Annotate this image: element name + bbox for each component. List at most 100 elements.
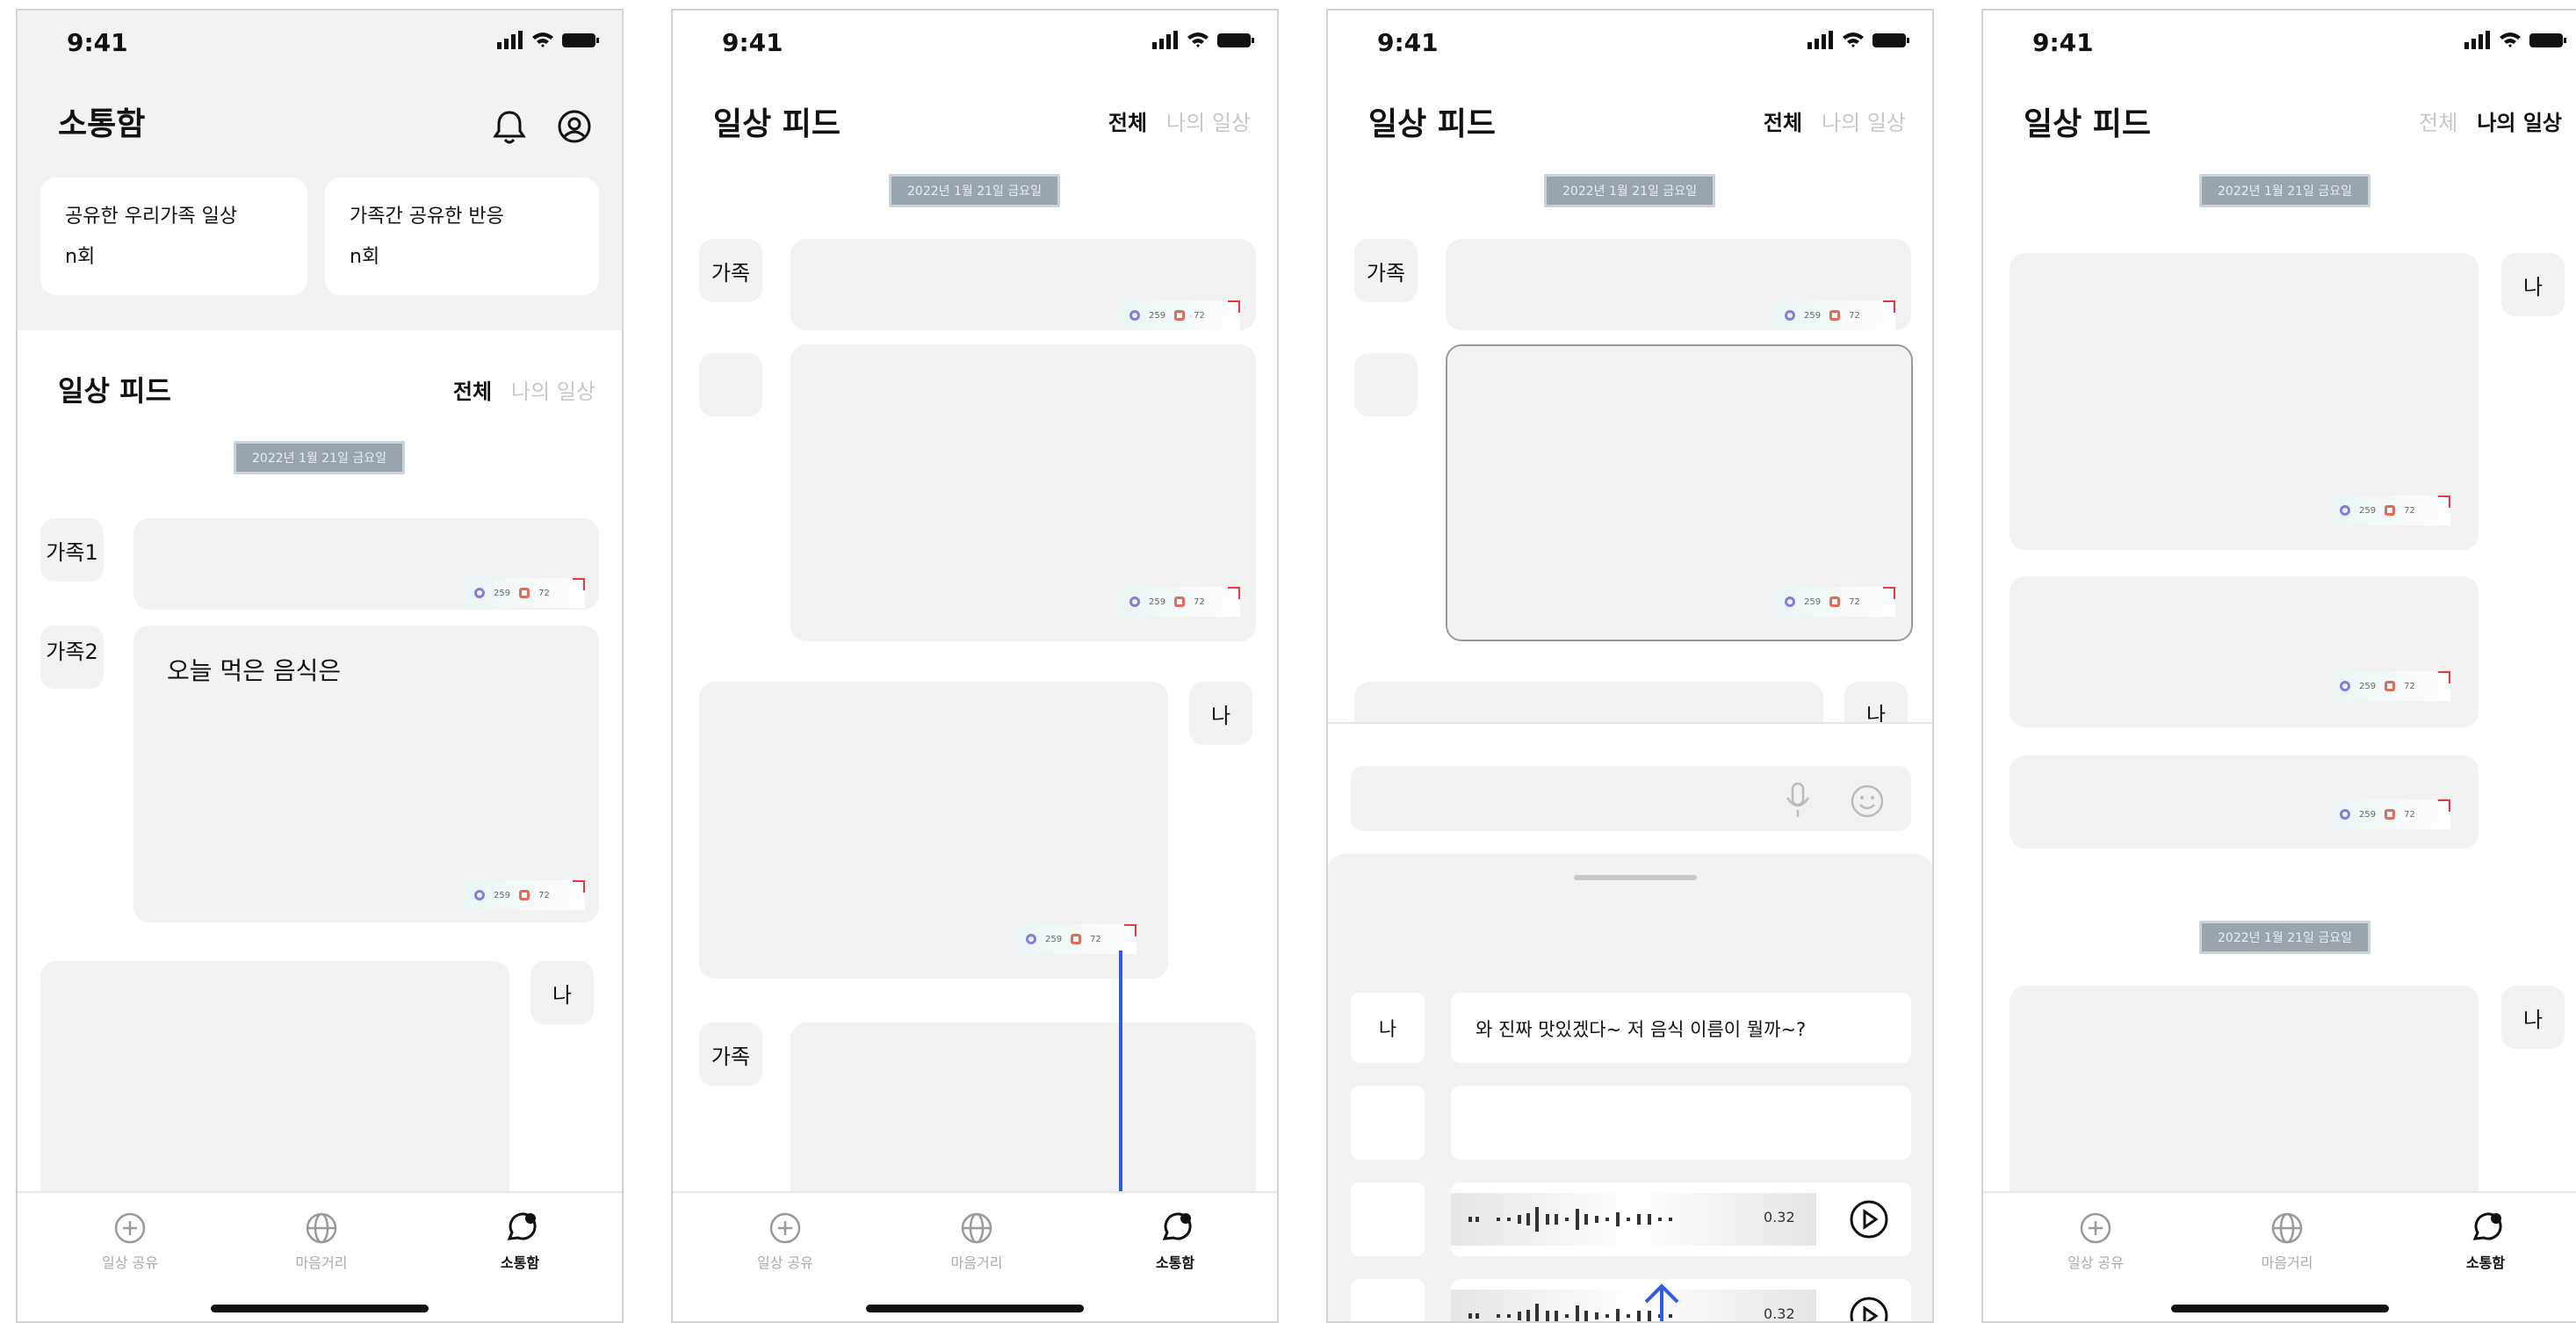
status-icons <box>1808 31 1909 49</box>
tab-mine[interactable]: 나의 일상 <box>1166 111 1251 135</box>
chat-icon <box>1162 1212 1192 1240</box>
bottom-nav: 일상 공유 마음거리 소통함 <box>18 1191 622 1321</box>
reaction-bar[interactable]: 259 72 <box>1121 587 1240 617</box>
screen-comments: 9:41 일상 피드 전체 나의 일상 2022년 1월 21일 금요일 가족 2… <box>1326 9 1934 1323</box>
comment-avatar[interactable] <box>1351 1182 1425 1256</box>
avatar-family[interactable]: 가족 <box>699 239 762 302</box>
swipe-up-arrow-icon <box>1644 1283 1679 1321</box>
bell-icon[interactable] <box>492 107 527 146</box>
nav-distance[interactable]: 마음거리 <box>260 1211 383 1272</box>
feed-tabs: 전체 나의 일상 <box>1089 105 1251 136</box>
page-title: 소통함 <box>58 106 146 142</box>
page-title: 일상 피드 <box>1368 106 1497 142</box>
avatar-me[interactable]: 나 <box>2501 253 2565 316</box>
feed-post[interactable]: 오늘 먹은 음식은 <box>133 625 599 922</box>
avatar-family[interactable]: 가족 <box>699 1023 762 1086</box>
nav-inbox[interactable]: 소통함 <box>1114 1211 1237 1272</box>
comment-input[interactable] <box>1351 766 1911 831</box>
comment-text: 와 진짜 맛있겠다~ 저 음식 이름이 뭘까~? <box>1451 993 1911 1063</box>
nav-share[interactable]: 일상 공유 <box>69 1211 191 1272</box>
avatar-family2[interactable]: 가족2 <box>40 625 104 689</box>
play-icon[interactable] <box>1848 1198 1890 1240</box>
status-time: 9:41 <box>1377 28 1439 57</box>
nav-share[interactable]: 일상 공유 <box>2034 1211 2157 1272</box>
avatar-me[interactable]: 나 <box>2501 986 2565 1049</box>
avatar-blank[interactable] <box>699 353 762 416</box>
feed-post[interactable] <box>2010 576 2479 727</box>
feed-post[interactable] <box>40 961 509 1225</box>
avatar-blank[interactable] <box>1354 353 1418 416</box>
status-time: 9:41 <box>2032 28 2094 57</box>
nav-inbox[interactable]: 소통함 <box>458 1211 581 1272</box>
stat-label: 가족간 공유한 반응 <box>350 206 504 228</box>
avatar-me[interactable]: 나 <box>530 961 594 1024</box>
reaction-bar[interactable]: 259 72 <box>465 578 585 608</box>
chat-icon <box>507 1212 537 1240</box>
stat-value: n회 <box>350 246 380 268</box>
reaction-bar[interactable]: 259 72 <box>2331 495 2450 525</box>
avatar-family1[interactable]: 가족1 <box>40 518 104 582</box>
feed-tabs: 전체 나의 일상 <box>2399 105 2562 136</box>
chat-icon <box>2472 1212 2502 1240</box>
comment-avatar[interactable] <box>1351 1279 1425 1321</box>
comment-avatar[interactable] <box>1351 1086 1425 1160</box>
comment-avatar[interactable]: 나 <box>1351 993 1425 1063</box>
reaction-bar[interactable]: 259 72 <box>465 880 585 910</box>
voice-comment[interactable]: 0.32 <box>1451 1182 1911 1256</box>
feed-post[interactable] <box>790 1023 1256 1216</box>
reaction-bar[interactable]: 259 72 <box>1121 300 1240 330</box>
nav-label: 마음거리 <box>295 1254 348 1271</box>
tab-mine[interactable]: 나의 일상 <box>511 380 595 404</box>
nav-label: 소통함 <box>500 1254 540 1271</box>
plus-circle-icon <box>114 1212 146 1244</box>
status-time: 9:41 <box>67 28 128 57</box>
nav-distance[interactable]: 마음거리 <box>915 1211 1038 1272</box>
play-icon[interactable] <box>1848 1295 1890 1323</box>
nav-label: 일상 공유 <box>2067 1254 2124 1271</box>
nav-share[interactable]: 일상 공유 <box>724 1211 847 1272</box>
tab-all[interactable]: 전체 <box>1108 111 1147 135</box>
tab-all[interactable]: 전체 <box>1764 111 1802 135</box>
nav-label: 마음거리 <box>950 1254 1003 1271</box>
avatar-family[interactable]: 가족 <box>1354 239 1418 302</box>
reaction-bar[interactable]: 259 72 <box>2331 671 2450 701</box>
bottom-nav: 일상 공유 마음거리 소통함 <box>1983 1191 2576 1321</box>
stat-value: n회 <box>65 246 96 268</box>
status-icons <box>497 31 599 49</box>
date-chip: 2022년 1월 21일 금요일 <box>2199 174 2370 207</box>
nav-inbox[interactable]: 소통함 <box>2424 1211 2547 1272</box>
date-chip: 2022년 1월 21일 금요일 <box>1544 174 1715 207</box>
plus-circle-icon <box>2080 1212 2111 1244</box>
feed-title: 일상 피드 <box>58 374 171 408</box>
waveform-icon <box>1468 1207 1672 1232</box>
tab-all[interactable]: 전체 <box>453 380 492 404</box>
nav-distance[interactable]: 마음거리 <box>2226 1211 2349 1272</box>
nav-label: 소통함 <box>1155 1254 1195 1271</box>
tab-all[interactable]: 전체 <box>2419 111 2457 135</box>
status-time: 9:41 <box>722 28 783 57</box>
stat-card-shared-reactions: 가족간 공유한 반응 n회 <box>325 177 599 295</box>
voice-comment[interactable]: 0.32 <box>1451 1279 1911 1323</box>
reaction-bar[interactable]: 259 72 <box>2331 799 2450 829</box>
tab-mine[interactable]: 나의 일상 <box>1822 111 1906 135</box>
avatar-me[interactable]: 나 <box>1189 682 1252 745</box>
reaction-bar[interactable]: 259 72 <box>1776 300 1895 330</box>
emoji-icon[interactable] <box>1850 784 1885 819</box>
page-title: 일상 피드 <box>713 106 841 142</box>
screen-inbox: 9:41 소통함 공유한 우리가족 일상 n회 가족간 공유한 반응 n회 일상… <box>16 9 624 1323</box>
home-indicator <box>866 1305 1084 1312</box>
reaction-bar[interactable]: 259 72 <box>1776 587 1895 617</box>
comment-bubble <box>1451 1086 1911 1160</box>
microphone-icon[interactable] <box>1785 782 1811 819</box>
bottom-nav: 일상 공유 마음거리 소통함 <box>673 1191 1277 1321</box>
nav-label: 마음거리 <box>2261 1254 2313 1271</box>
sheet-handle[interactable] <box>1574 875 1697 880</box>
tab-mine[interactable]: 나의 일상 <box>2477 111 2562 135</box>
globe-icon <box>2271 1212 2303 1244</box>
voice-duration: 0.32 <box>1764 1305 1795 1322</box>
plus-circle-icon <box>769 1212 801 1244</box>
reaction-bar[interactable]: 259 72 <box>1017 924 1136 954</box>
home-indicator <box>2170 1305 2389 1312</box>
feed-tabs: 전체 나의 일상 <box>434 374 595 405</box>
profile-icon[interactable] <box>557 109 592 144</box>
